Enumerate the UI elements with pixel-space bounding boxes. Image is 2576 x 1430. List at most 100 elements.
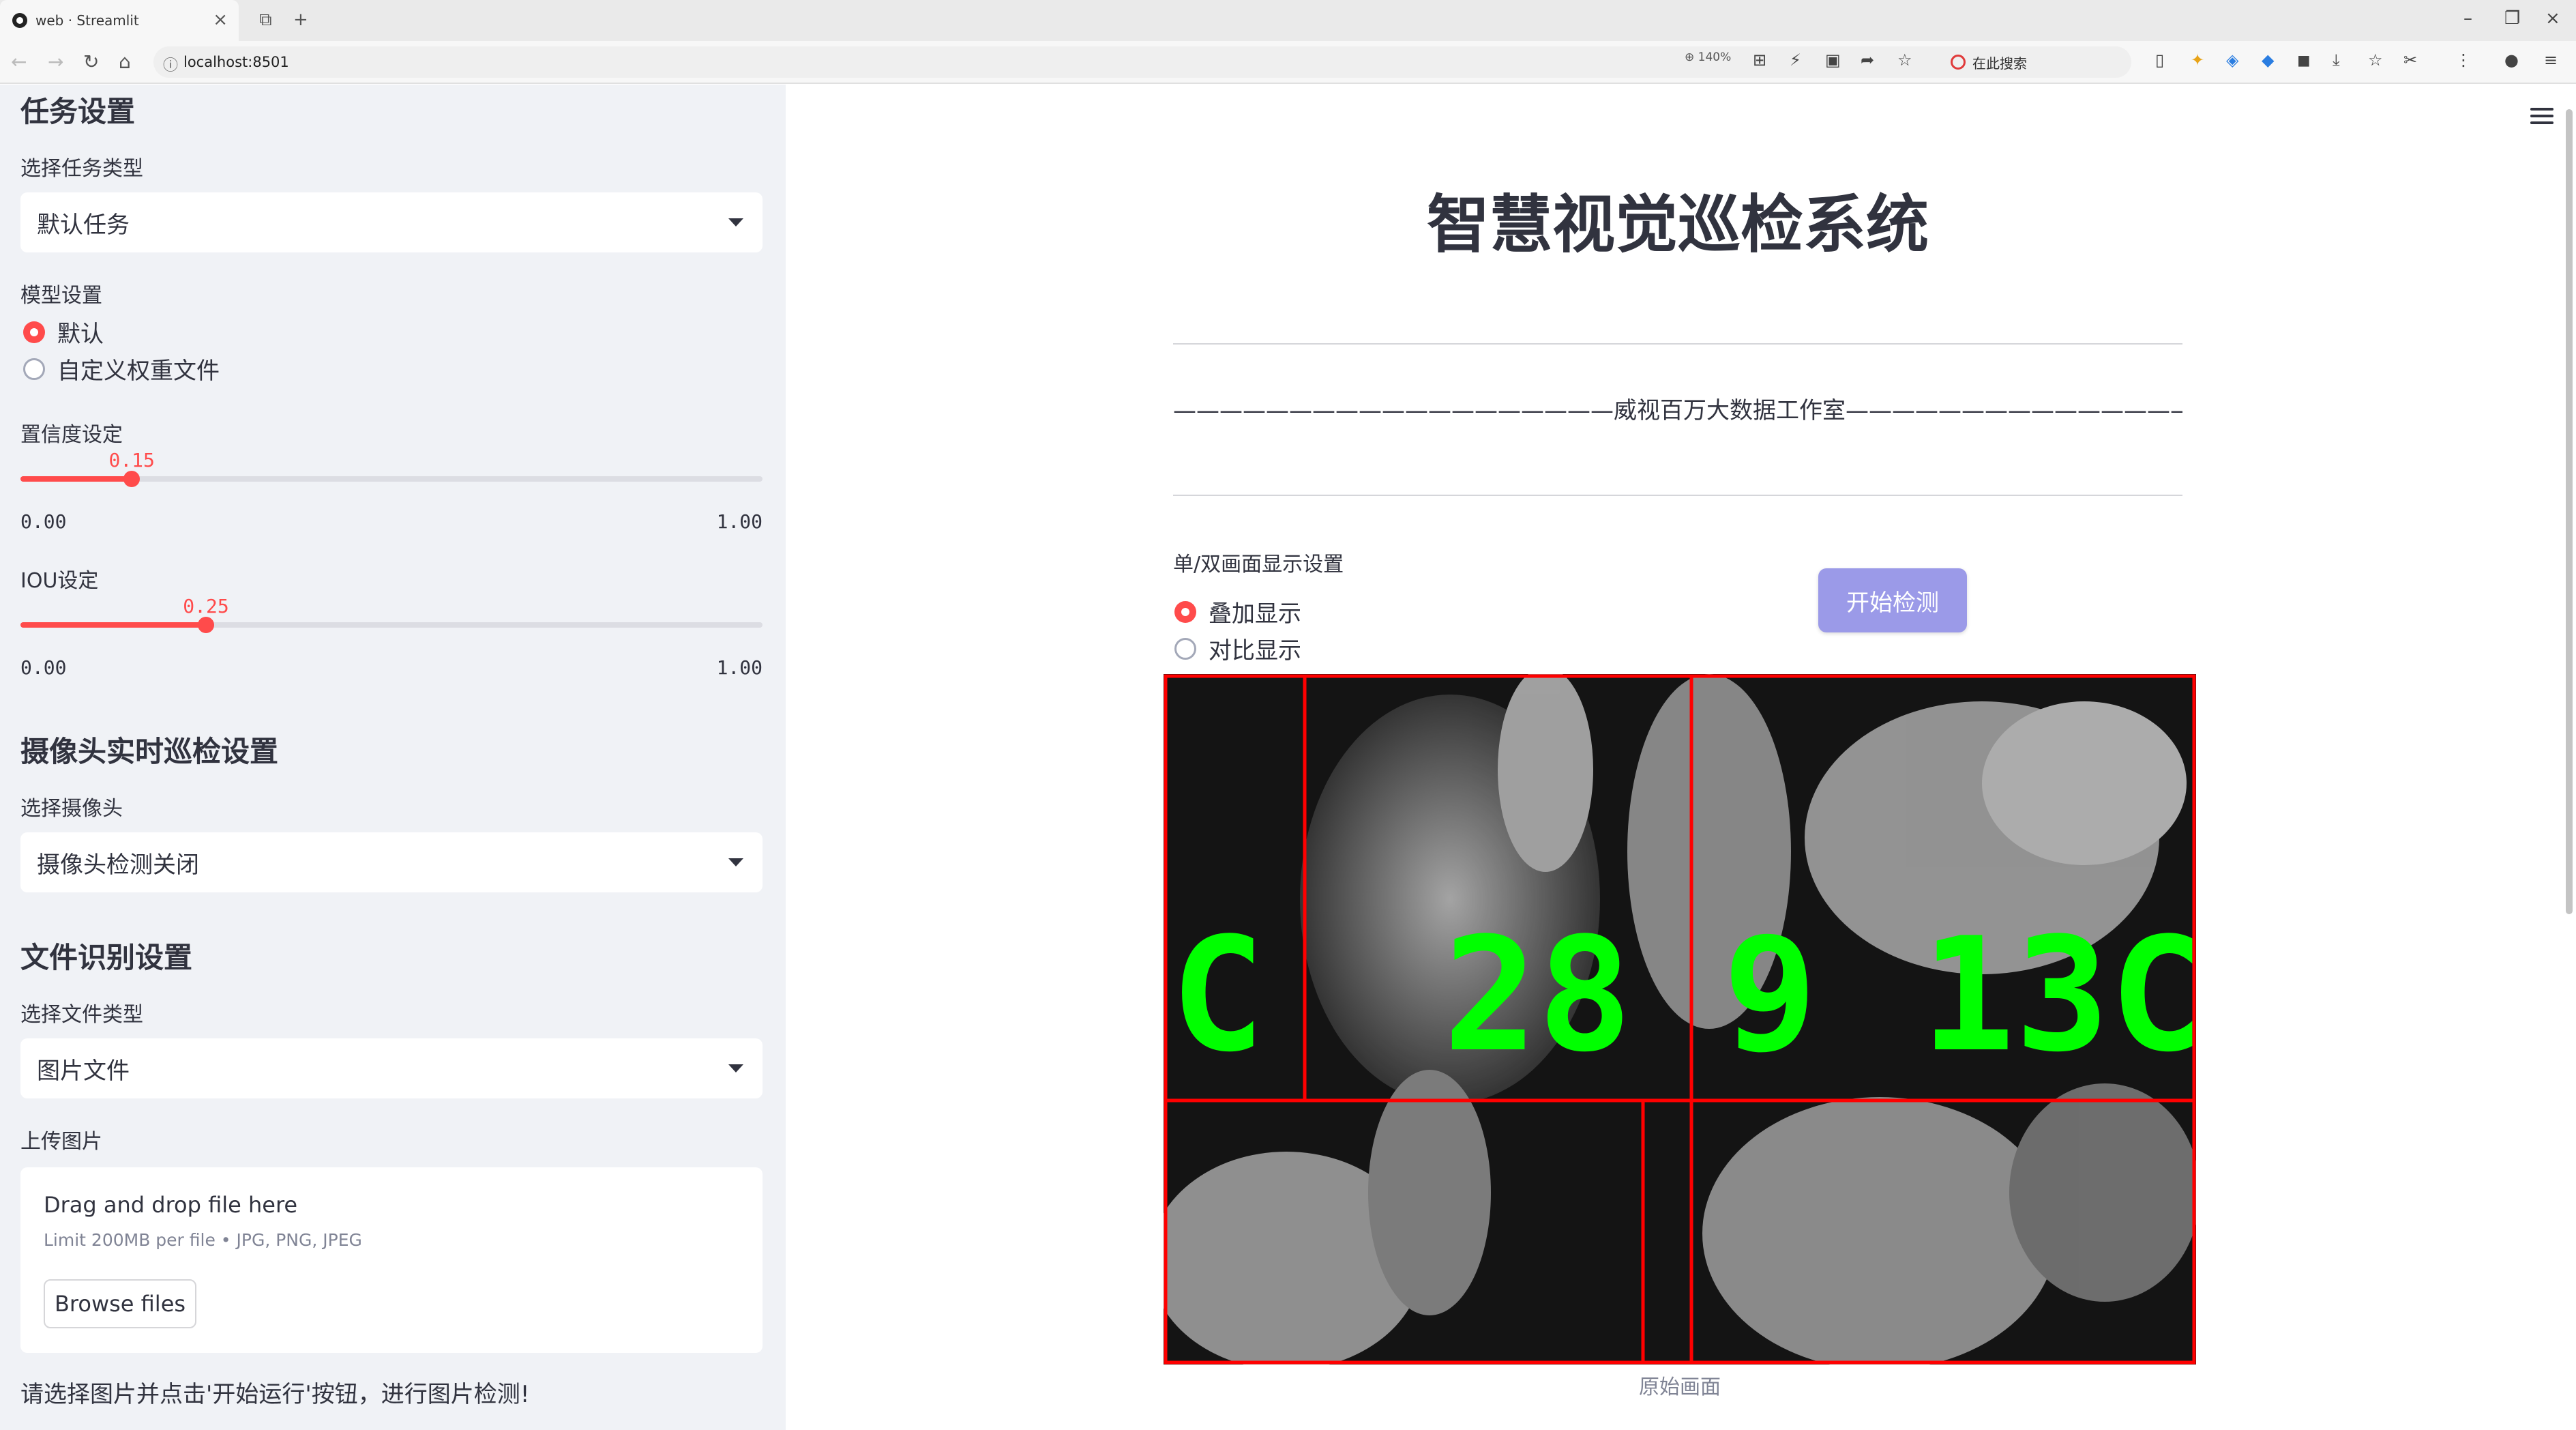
file-type-select[interactable]: 图片文件 bbox=[20, 1038, 763, 1098]
slider-value: 0.15 bbox=[108, 449, 155, 471]
divider bbox=[1173, 495, 2182, 496]
file-type-label: 选择文件类型 bbox=[20, 1003, 143, 1027]
detection-result-svg: C 28 9 13C bbox=[1164, 674, 2196, 1365]
browser-tab[interactable]: web · Streamlit × bbox=[0, 0, 239, 41]
forward-icon[interactable]: → bbox=[48, 50, 63, 73]
main-scrollbar[interactable] bbox=[2566, 109, 2573, 914]
tab-title: web · Streamlit bbox=[35, 12, 139, 29]
avatar[interactable]: ● bbox=[2504, 50, 2519, 70]
display-radio-overlay[interactable]: 叠加显示 bbox=[1174, 595, 1301, 628]
radio-unselected-icon bbox=[23, 358, 45, 380]
task-settings-header: 任务设置 bbox=[20, 95, 136, 128]
tab-list-icon[interactable]: ⧉ bbox=[259, 10, 272, 31]
iou-label: IOU设定 bbox=[20, 569, 99, 593]
task-type-select[interactable]: 默认任务 bbox=[20, 192, 763, 252]
camera-settings-header: 摄像头实时巡检设置 bbox=[20, 735, 279, 768]
range-max: 1.00 bbox=[716, 656, 763, 679]
close-tab-icon[interactable]: × bbox=[213, 10, 228, 30]
search-box[interactable]: 在此搜索 bbox=[1937, 46, 2142, 78]
model-option-label: 默认 bbox=[57, 321, 104, 348]
model-settings-label: 模型设置 bbox=[20, 284, 102, 308]
restore-icon[interactable]: ❐ bbox=[2504, 8, 2520, 29]
extension-icon[interactable]: ✦ bbox=[2191, 50, 2204, 70]
lightning-icon[interactable]: ⚡ bbox=[1790, 50, 1801, 70]
home-icon[interactable]: ⌂ bbox=[119, 50, 131, 73]
browser-chrome: web · Streamlit × ⧉ + – ❐ × ← → ↻ ⌂ ⓘ lo… bbox=[0, 0, 2576, 84]
dropzone-title: Drag and drop file here bbox=[44, 1192, 298, 1218]
zoom-icon: ⊕ bbox=[1685, 50, 1698, 64]
detection-label: 28 bbox=[1443, 905, 1632, 1087]
file-dropzone[interactable]: Drag and drop file here Limit 200MB per … bbox=[20, 1167, 763, 1353]
chevron-down-icon bbox=[728, 858, 743, 866]
slider-fill bbox=[20, 622, 206, 628]
model-radio-custom[interactable]: 自定义权重文件 bbox=[23, 352, 220, 385]
address-row: ← → ↻ ⌂ ⓘ localhost:8501 ⊕ 140% ⊞ ⚡ ▣ ➦ … bbox=[0, 41, 2576, 83]
translate-icon[interactable]: ⊞ bbox=[1753, 50, 1766, 70]
search-engine-icon bbox=[1951, 55, 1966, 70]
confidence-range: 0.00 1.00 bbox=[20, 510, 763, 533]
zoom-level[interactable]: ⊕ 140% bbox=[1685, 50, 1731, 64]
range-min: 0.00 bbox=[20, 510, 67, 533]
sidebar: 任务设置 选择任务类型 默认任务 模型设置 默认 自定义权重文件 置信度设定 0… bbox=[0, 85, 786, 1430]
back-icon[interactable]: ← bbox=[11, 50, 27, 73]
reload-icon[interactable]: ↻ bbox=[83, 50, 99, 73]
slider-thumb[interactable] bbox=[123, 471, 140, 487]
iou-range: 0.00 1.00 bbox=[20, 656, 763, 679]
display-radio-compare[interactable]: 对比显示 bbox=[1174, 632, 1301, 665]
detection-image: C 28 9 13C bbox=[1164, 674, 2196, 1365]
range-max: 1.00 bbox=[716, 510, 763, 533]
page-subtitle: ———————————————————威视百万大数据工作室———————————… bbox=[1173, 397, 2182, 424]
site-info-icon[interactable]: ⓘ bbox=[163, 53, 178, 75]
chevron-down-icon bbox=[728, 218, 743, 227]
range-min: 0.00 bbox=[20, 656, 67, 679]
slider-fill bbox=[20, 476, 132, 482]
menu-dots-icon[interactable]: ⋮ bbox=[2455, 50, 2472, 70]
favorites-icon[interactable]: ☆ bbox=[2368, 50, 2383, 70]
file-settings-header: 文件识别设置 bbox=[20, 941, 193, 974]
confidence-slider[interactable]: 0.15 bbox=[20, 449, 763, 493]
tab-bar: web · Streamlit × ⧉ + – ❐ × bbox=[0, 0, 2576, 41]
download-icon[interactable]: ⤓ bbox=[2333, 50, 2340, 70]
chevron-down-icon bbox=[728, 1064, 743, 1072]
mobile-icon[interactable]: ▯ bbox=[2155, 50, 2164, 70]
slider-thumb[interactable] bbox=[198, 617, 214, 633]
file-type-value: 图片文件 bbox=[37, 1057, 130, 1085]
upload-label: 上传图片 bbox=[20, 1130, 102, 1154]
search-placeholder: 在此搜索 bbox=[1972, 55, 2027, 72]
extension-4-icon[interactable]: ◼ bbox=[2297, 50, 2311, 70]
model-option-label: 自定义权重文件 bbox=[57, 358, 220, 385]
display-settings-label: 单/双画面显示设置 bbox=[1173, 553, 1344, 577]
zoom-value: 140% bbox=[1698, 50, 1732, 64]
confidence-label: 置信度设定 bbox=[20, 423, 123, 447]
display-option-label: 对比显示 bbox=[1209, 637, 1301, 665]
camera-select[interactable]: 摄像头检测关闭 bbox=[20, 832, 763, 892]
hamburger-menu-icon[interactable] bbox=[2530, 108, 2553, 124]
bookmark-star-icon[interactable]: ☆ bbox=[1897, 50, 1912, 70]
divider bbox=[1173, 343, 2182, 345]
browse-files-button[interactable]: Browse files bbox=[44, 1279, 196, 1328]
reader-icon[interactable]: ▣ bbox=[1825, 50, 1841, 70]
dropzone-limit: Limit 200MB per file • JPG, PNG, JPEG bbox=[44, 1230, 362, 1250]
new-tab-icon[interactable]: + bbox=[293, 10, 308, 30]
screenshot-icon[interactable]: ✂ bbox=[2403, 50, 2417, 70]
camera-value: 摄像头检测关闭 bbox=[37, 851, 199, 879]
extension-2-icon[interactable]: ◈ bbox=[2226, 50, 2238, 70]
radio-selected-icon bbox=[1174, 600, 1196, 623]
iou-slider[interactable]: 0.25 bbox=[20, 595, 763, 639]
browser-menu-icon[interactable]: ≡ bbox=[2544, 50, 2558, 70]
task-type-label: 选择任务类型 bbox=[20, 157, 143, 181]
radio-selected-icon bbox=[23, 321, 45, 343]
display-option-label: 叠加显示 bbox=[1209, 600, 1301, 628]
share-icon[interactable]: ➦ bbox=[1861, 50, 1874, 70]
extension-3-icon[interactable]: ◆ bbox=[2262, 50, 2274, 70]
url-text: localhost:8501 bbox=[183, 54, 289, 70]
detection-label: C bbox=[1170, 905, 1264, 1087]
start-detection-button[interactable]: 开始检测 bbox=[1818, 568, 1967, 632]
minimize-icon[interactable]: – bbox=[2463, 8, 2472, 29]
image-caption: 原始画面 bbox=[1639, 1375, 1721, 1399]
page-title: 智慧视觉巡检系统 bbox=[1426, 188, 1929, 261]
model-radio-default[interactable]: 默认 bbox=[23, 315, 104, 349]
close-window-icon[interactable]: × bbox=[2545, 8, 2560, 29]
task-type-value: 默认任务 bbox=[37, 211, 130, 239]
slider-value: 0.25 bbox=[183, 595, 229, 617]
